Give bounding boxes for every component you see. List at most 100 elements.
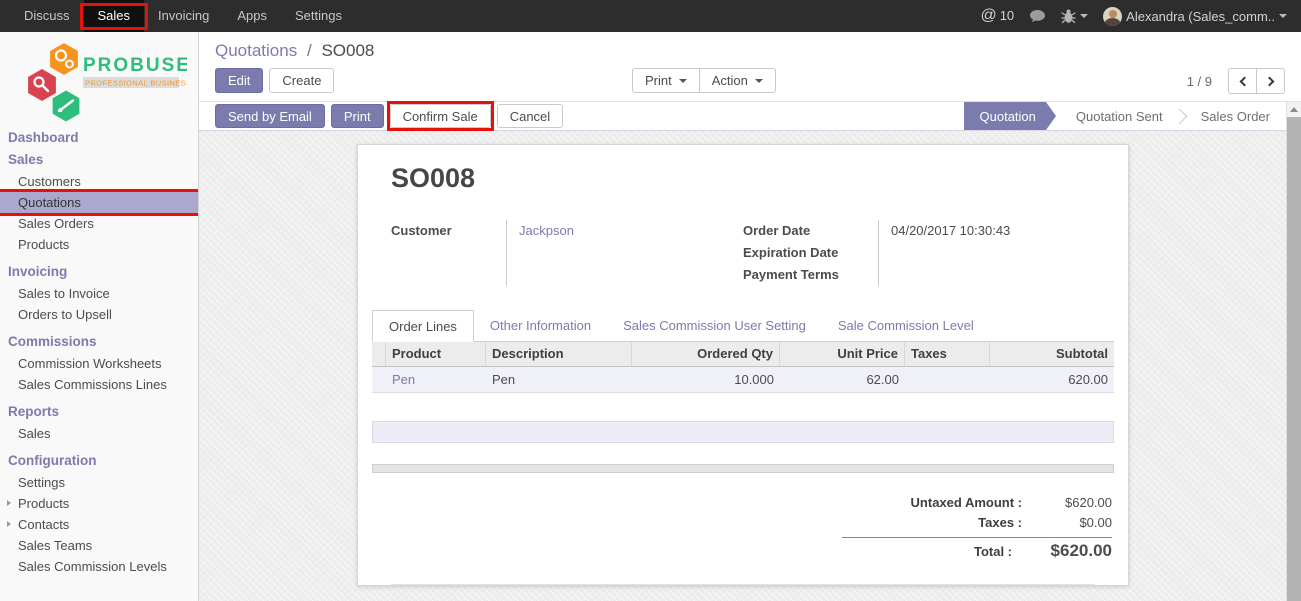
breadcrumb-quotations-link[interactable]: Quotations <box>215 41 297 60</box>
breadcrumb-separator: / <box>307 41 312 60</box>
form-view-background: SO008 Customer Jackpson <box>199 131 1301 601</box>
probuse-logo-icon: PROBUSE PROFESSIONAL BUSINESS <box>11 40 187 124</box>
scrollbar-thumb[interactable] <box>1287 117 1301 601</box>
vertical-scrollbar[interactable] <box>1286 102 1301 601</box>
tab-other-information[interactable]: Other Information <box>474 310 607 341</box>
sidebar-item-settings[interactable]: Settings <box>0 472 198 493</box>
order-date-label: Order Date <box>743 220 878 242</box>
edit-button[interactable]: Edit <box>215 68 263 93</box>
total-label: Total : <box>974 542 1012 562</box>
topnav-settings[interactable]: Settings <box>281 0 356 32</box>
column-header-ordered-qty: Ordered Qty <box>632 342 780 366</box>
order-line-row[interactable]: Pen Pen 10.000 62.00 620.00 <box>372 367 1114 393</box>
sidebar-item-products[interactable]: Products <box>0 234 198 255</box>
payment-terms-value <box>891 264 1095 286</box>
sidebar-item-orders-to-upsell[interactable]: Orders to Upsell <box>0 304 198 325</box>
messages-button[interactable] <box>1029 9 1046 24</box>
column-header-description: Description <box>486 342 632 366</box>
sidebar-item-sales-orders[interactable]: Sales Orders <box>0 213 198 234</box>
cell-unit-price: 62.00 <box>780 367 905 392</box>
expiration-date-value <box>891 242 1095 264</box>
sidebar-item-sales-commission-levels[interactable]: Sales Commission Levels <box>0 556 198 577</box>
sidebar-item-customers[interactable]: Customers <box>0 171 198 192</box>
chevron-down-icon <box>1080 14 1088 18</box>
totals-divider <box>842 537 1112 538</box>
control-panel: Quotations / SO008 Edit Create Print Act… <box>199 32 1301 102</box>
tab-sales-commission-user-setting[interactable]: Sales Commission User Setting <box>607 310 822 341</box>
user-name: Alexandra (Sales_comm.. <box>1126 9 1275 24</box>
total-value: $620.00 <box>1012 541 1112 561</box>
confirm-sale-button[interactable]: Confirm Sale <box>390 104 491 128</box>
pager-previous-button[interactable] <box>1228 68 1257 94</box>
user-menu[interactable]: Alexandra (Sales_comm.. <box>1103 7 1287 26</box>
top-navigation-bar: Discuss Sales Invoicing Apps Settings @ … <box>0 0 1301 32</box>
chevron-down-icon <box>1279 14 1287 18</box>
mention-count: 10 <box>1000 8 1014 23</box>
breadcrumb: Quotations / SO008 <box>199 32 1301 61</box>
debug-menu-button[interactable] <box>1061 8 1088 24</box>
column-header-taxes: Taxes <box>905 342 990 366</box>
print-dropdown-button[interactable]: Print <box>632 68 700 93</box>
topnav-sales[interactable]: Sales <box>84 0 145 32</box>
sidebar-item-sales-teams[interactable]: Sales Teams <box>0 535 198 556</box>
quotation-sheet: SO008 Customer Jackpson <box>357 144 1129 586</box>
chevron-left-icon <box>1239 76 1249 86</box>
tab-sale-commission-level[interactable]: Sale Commission Level <box>822 310 990 341</box>
expiration-date-label: Expiration Date <box>743 242 878 264</box>
topbar-right-cluster: @ 10 <box>980 0 1301 32</box>
topnav-discuss[interactable]: Discuss <box>10 0 84 32</box>
cell-subtotal: 620.00 <box>990 367 1114 392</box>
sidebar-item-sales-to-invoice[interactable]: Sales to Invoice <box>0 283 198 304</box>
sidebar-section-invoicing: Invoicing <box>0 261 198 283</box>
order-lines-table: Product Description Ordered Qty Unit Pri… <box>372 342 1114 393</box>
customer-value-link[interactable]: Jackpson <box>519 220 743 242</box>
sidebar-section-dashboard: Dashboard <box>0 127 198 149</box>
column-header-product: Product <box>386 342 486 366</box>
action-dropdown-button[interactable]: Action <box>699 68 776 93</box>
taxes-value: $0.00 <box>1022 513 1112 533</box>
untaxed-amount-value: $620.00 <box>1022 493 1112 513</box>
topnav-invoicing[interactable]: Invoicing <box>144 0 223 32</box>
tab-order-lines[interactable]: Order Lines <box>372 310 474 342</box>
state-sales-order[interactable]: Sales Order <box>1185 102 1286 131</box>
pager-value: 1 / 9 <box>1187 74 1212 89</box>
payment-terms-label: Payment Terms <box>743 264 878 286</box>
sidebar-section-reports: Reports <box>0 401 198 423</box>
sidebar-section-sales: Sales <box>0 149 198 171</box>
sidebar: PROBUSE PROFESSIONAL BUSINESS Dashboard … <box>0 32 199 601</box>
sidebar-item-reports-sales[interactable]: Sales <box>0 423 198 444</box>
pager-next-button[interactable] <box>1256 68 1285 94</box>
bug-icon <box>1061 8 1076 24</box>
customer-label: Customer <box>391 220 506 242</box>
sidebar-item-quotations[interactable]: Quotations <box>0 192 198 213</box>
column-header-subtotal: Subtotal <box>990 342 1114 366</box>
main-area: Quotations / SO008 Edit Create Print Act… <box>199 32 1301 601</box>
mention-counter[interactable]: @ 10 <box>980 7 1014 25</box>
brand-tagline: PROFESSIONAL BUSINESS <box>85 79 187 88</box>
create-button[interactable]: Create <box>269 68 334 93</box>
horizontal-scrollbar-track[interactable] <box>372 464 1114 473</box>
avatar <box>1103 7 1122 26</box>
cancel-button[interactable]: Cancel <box>497 104 563 128</box>
order-lines-header: Product Description Ordered Qty Unit Pri… <box>372 342 1114 367</box>
topnav-apps[interactable]: Apps <box>223 0 281 32</box>
state-quotation-sent[interactable]: Quotation Sent <box>1060 102 1179 131</box>
send-by-email-button[interactable]: Send by Email <box>215 104 325 128</box>
state-quotation[interactable]: Quotation <box>964 102 1046 130</box>
at-icon: @ <box>980 7 996 25</box>
cell-description: Pen <box>486 367 632 392</box>
sidebar-item-commission-worksheets[interactable]: Commission Worksheets <box>0 353 198 374</box>
cell-taxes <box>905 367 990 392</box>
column-header-unit-price: Unit Price <box>780 342 905 366</box>
print-quotation-button[interactable]: Print <box>331 104 384 128</box>
order-date-value: 04/20/2017 10:30:43 <box>891 220 1095 242</box>
row-gutter <box>372 342 386 366</box>
scrollbar-up-button[interactable] <box>1287 102 1301 117</box>
sidebar-item-config-products[interactable]: Products <box>0 493 198 514</box>
chevron-down-icon <box>679 79 687 83</box>
expand-arrow-icon <box>7 500 11 506</box>
sidebar-item-sales-commissions-lines[interactable]: Sales Commissions Lines <box>0 374 198 395</box>
notebook-tabs: Order Lines Other Information Sales Comm… <box>372 310 1114 342</box>
arrow-up-icon <box>1290 107 1298 112</box>
sidebar-item-config-contacts[interactable]: Contacts <box>0 514 198 535</box>
